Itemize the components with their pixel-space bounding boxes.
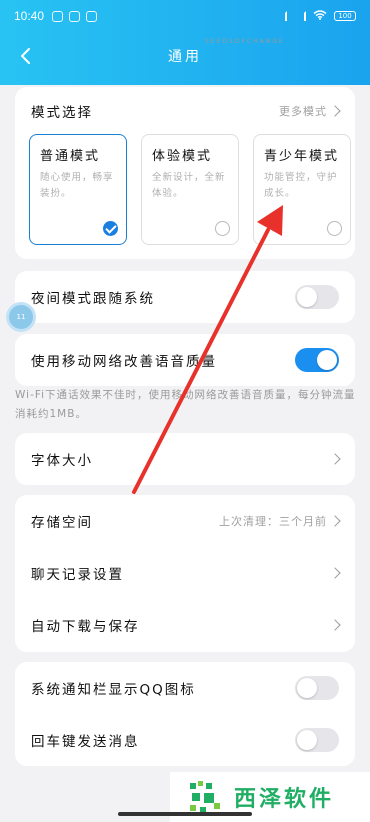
chat-history-label: 聊天记录设置	[31, 567, 124, 583]
mode-section-title: 模式选择	[31, 105, 93, 121]
watermark-text: 西泽软件	[234, 787, 335, 812]
chevron-right-icon	[329, 453, 341, 465]
radio-icon[interactable]	[215, 221, 230, 236]
font-size-row[interactable]: 字体大小	[15, 433, 355, 485]
toggle-knob	[297, 730, 317, 750]
mode-description: 随心使用，畅享装扮。	[40, 172, 114, 199]
mode-name: 青少年模式	[264, 149, 340, 164]
notification-icon	[69, 10, 81, 22]
mode-description: 功能管控，守护成长。	[264, 172, 338, 199]
chevron-right-icon	[329, 515, 341, 527]
status-system-icons: 100	[275, 9, 356, 23]
enter-send-toggle[interactable]	[295, 728, 339, 752]
page-title: 通用	[168, 49, 202, 65]
night-mode-row: 夜间模式跟随系统	[15, 271, 355, 323]
status-notification-icons	[52, 10, 98, 22]
floating-assist-ball[interactable]: 11	[6, 302, 36, 332]
storage-row[interactable]: 存储空间 上次清理：三个月前	[15, 495, 355, 547]
qq-icon-row: 系统通知栏显示QQ图标	[15, 662, 355, 714]
mode-option-normal[interactable]: 普通模式 随心使用，畅享装扮。	[29, 134, 127, 245]
mode-option-teen[interactable]: 青少年模式 功能管控，守护成长。	[253, 134, 351, 245]
font-size-label: 字体大小	[31, 453, 93, 469]
toggle-knob	[297, 287, 317, 307]
signal-icon	[294, 11, 306, 21]
notification-icon	[86, 10, 98, 22]
top-header: 10:40 100 通用	[0, 0, 370, 85]
enter-send-row: 回车键发送消息	[15, 714, 355, 766]
wifi-icon	[313, 9, 327, 23]
mobile-voice-toggle[interactable]	[295, 348, 339, 372]
storage-label: 存储空间	[31, 515, 93, 531]
storage-card: 存储空间 上次清理：三个月前 聊天记录设置 自动下载与保存	[15, 495, 355, 652]
qq-icon-label: 系统通知栏显示QQ图标	[31, 682, 196, 698]
chat-history-row[interactable]: 聊天记录设置	[15, 547, 355, 599]
chevron-right-icon	[329, 567, 341, 579]
mode-selection-card: 模式选择 更多模式 普通模式 随心使用，畅享装扮。 体验模式 全新设计，全新体验…	[15, 87, 355, 259]
watermark-subtext: SEEDSOFCHANGE	[205, 38, 285, 45]
chevron-right-icon	[329, 619, 341, 631]
night-mode-toggle[interactable]	[295, 285, 339, 309]
notification-card: 系统通知栏显示QQ图标 回车键发送消息	[15, 662, 355, 766]
night-mode-card: 夜间模式跟随系统	[15, 271, 355, 323]
notification-icon	[52, 10, 64, 22]
chevron-right-icon	[329, 105, 341, 117]
toggle-knob	[317, 350, 337, 370]
mobile-voice-label: 使用移动网络改善语音质量	[31, 354, 217, 370]
checkmark-radio-icon[interactable]	[103, 221, 118, 236]
mode-description: 全新设计，全新体验。	[152, 172, 226, 199]
night-mode-label: 夜间模式跟随系统	[31, 291, 155, 307]
storage-last-cleaned: 上次清理：三个月前	[219, 515, 327, 528]
mode-name: 普通模式	[40, 149, 101, 164]
signal-icon	[275, 11, 287, 21]
more-modes-label: 更多模式	[279, 105, 327, 118]
auto-download-label: 自动下载与保存	[31, 619, 140, 635]
brand-logo-icon	[186, 777, 226, 817]
mobile-voice-hint: Wi-Fi下通话效果不佳时，使用移动网络改善语音质量，每分钟流量消耗约1MB。	[15, 389, 356, 420]
mode-name: 体验模式	[152, 149, 213, 164]
toggle-knob	[297, 678, 317, 698]
qq-icon-toggle[interactable]	[295, 676, 339, 700]
mobile-voice-card: 使用移动网络改善语音质量	[15, 334, 355, 386]
more-modes-link[interactable]: 更多模式	[279, 103, 341, 119]
enter-send-label: 回车键发送消息	[31, 734, 140, 750]
font-size-card: 字体大小	[15, 433, 355, 485]
status-bar: 10:40 100	[0, 0, 370, 32]
auto-download-row[interactable]: 自动下载与保存	[15, 599, 355, 651]
status-time: 10:40	[14, 9, 45, 23]
gesture-nav-handle[interactable]	[118, 812, 252, 816]
battery-icon: 100	[334, 11, 356, 21]
mobile-voice-row: 使用移动网络改善语音质量	[15, 334, 355, 386]
mode-option-experience[interactable]: 体验模式 全新设计，全新体验。	[141, 134, 239, 245]
radio-icon[interactable]	[327, 221, 342, 236]
